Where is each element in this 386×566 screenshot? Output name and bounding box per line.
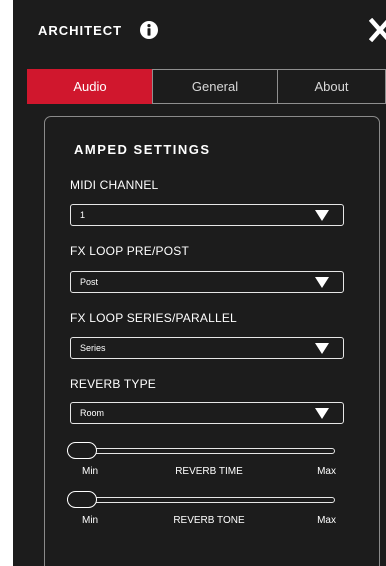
reverb-tone-labels: Min REVERB TONE Max: [82, 515, 336, 529]
tab-general[interactable]: General: [152, 69, 278, 104]
reverb-type-label: REVERB TYPE: [70, 377, 157, 391]
chevron-down-icon: [315, 277, 329, 288]
slider-max-label: Max: [317, 515, 336, 526]
slider-track: [67, 448, 335, 454]
slider-thumb[interactable]: [67, 442, 97, 459]
slider-thumb[interactable]: [67, 491, 97, 508]
midi-channel-label: MIDI CHANNEL: [70, 178, 159, 192]
app-title: ARCHITECT: [38, 23, 123, 38]
slider-max-label: Max: [317, 466, 336, 477]
app-panel: ARCHITECT Audio General About AMPED SETT…: [13, 0, 386, 566]
reverb-type-select[interactable]: Room: [70, 402, 344, 424]
fx-loop-series-parallel-select[interactable]: Series: [70, 337, 344, 359]
fx-loop-series-parallel-label: FX LOOP SERIES/PARALLEL: [70, 311, 237, 325]
fx-loop-pre-post-value: Post: [80, 277, 99, 287]
close-icon[interactable]: [369, 18, 386, 42]
info-icon[interactable]: [140, 21, 158, 39]
reverb-time-label: REVERB TIME: [175, 466, 243, 477]
chevron-down-icon: [315, 210, 329, 221]
fx-loop-series-parallel-value: Series: [80, 343, 106, 353]
reverb-tone-label: REVERB TONE: [173, 515, 245, 526]
reverb-time-labels: Min REVERB TIME Max: [82, 466, 336, 480]
amped-settings-panel: AMPED SETTINGS MIDI CHANNEL 1 FX LOOP PR…: [44, 116, 380, 566]
header: ARCHITECT: [13, 0, 386, 66]
tab-bar: Audio General About: [27, 69, 386, 104]
fx-loop-pre-post-select[interactable]: Post: [70, 271, 344, 293]
reverb-tone-slider[interactable]: [67, 491, 337, 511]
reverb-time-slider[interactable]: [67, 442, 337, 462]
section-title: AMPED SETTINGS: [74, 142, 211, 157]
slider-track: [67, 497, 335, 503]
midi-channel-value: 1: [80, 210, 86, 220]
fx-loop-pre-post-label: FX LOOP PRE/POST: [70, 244, 190, 258]
chevron-down-icon: [315, 408, 329, 419]
midi-channel-select[interactable]: 1: [70, 204, 344, 226]
tab-about[interactable]: About: [277, 69, 386, 104]
reverb-type-value: Room: [80, 408, 105, 418]
tab-audio[interactable]: Audio: [27, 69, 153, 104]
chevron-down-icon: [315, 343, 329, 354]
